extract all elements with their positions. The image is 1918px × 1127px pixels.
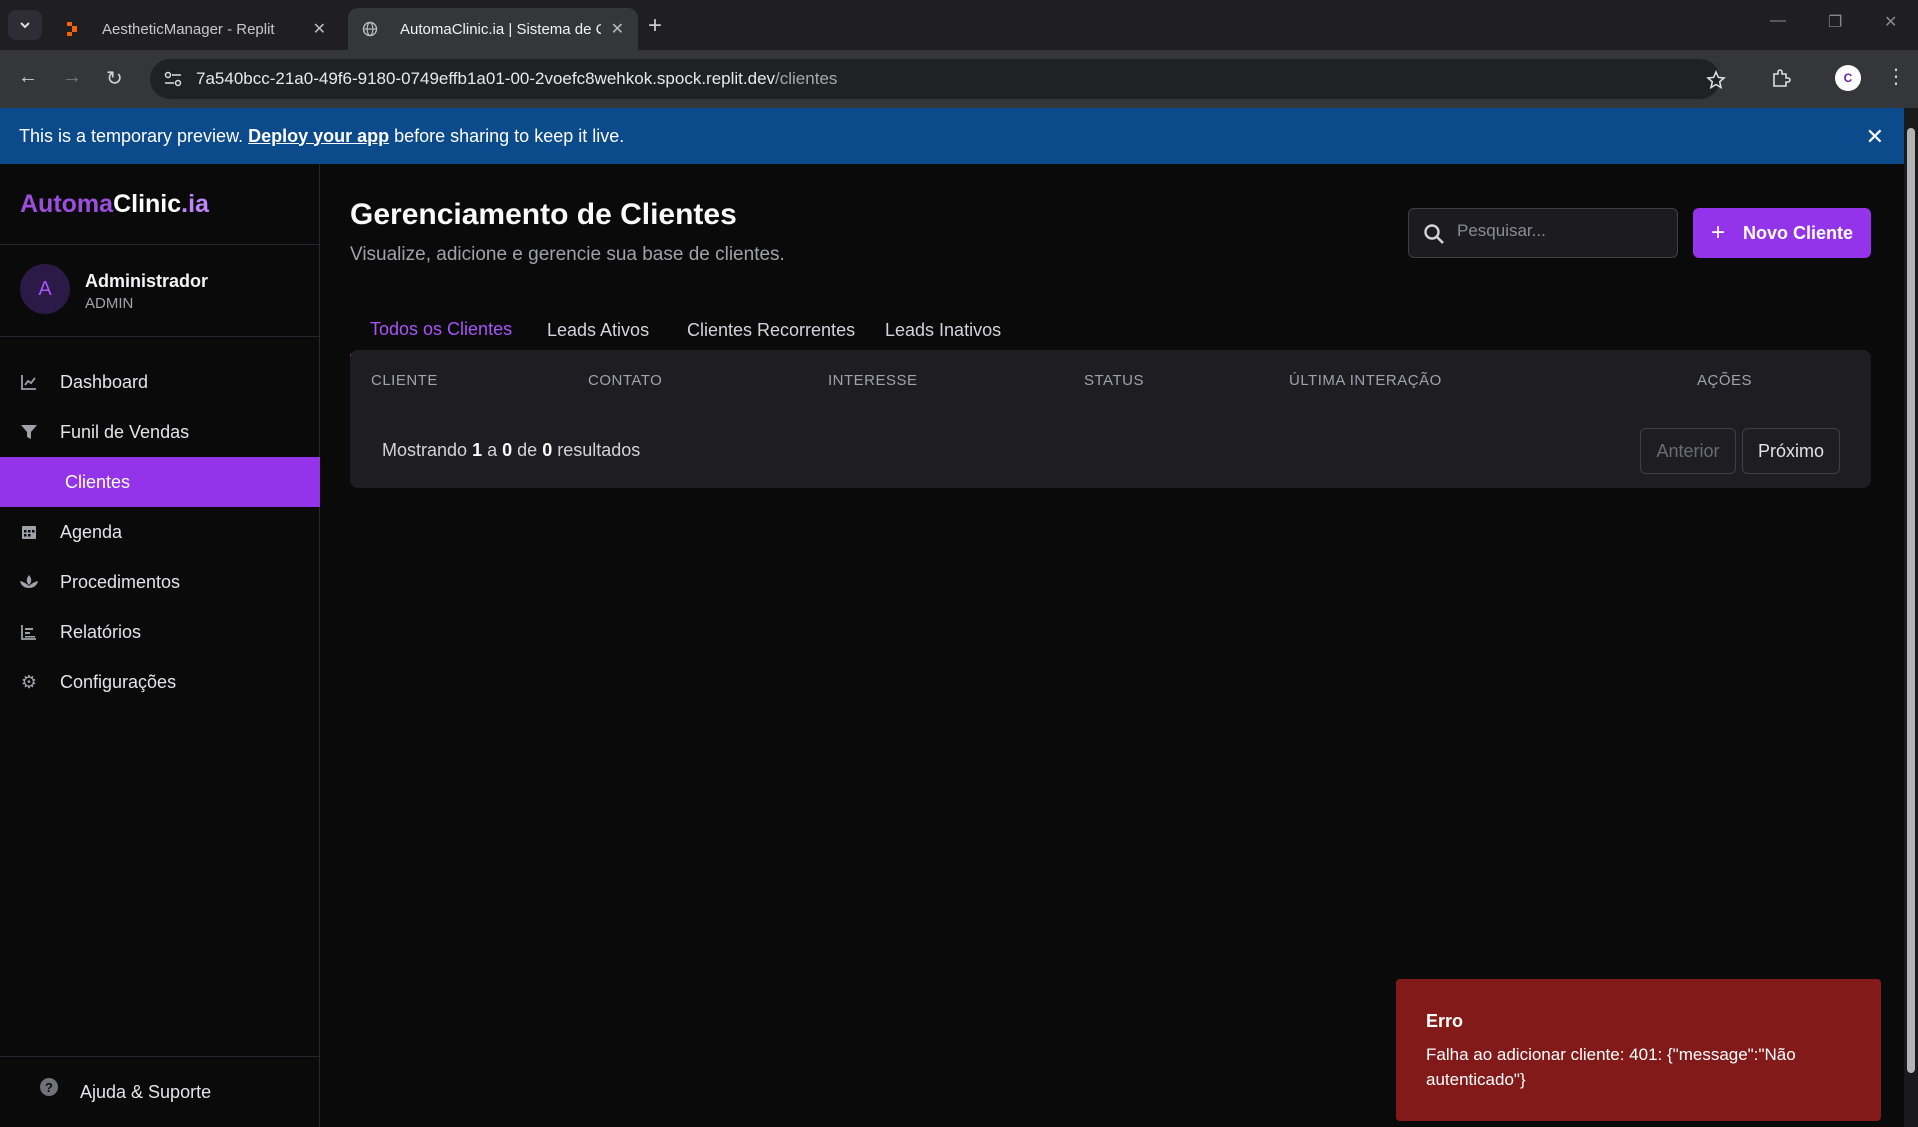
- error-toast[interactable]: Erro Falha ao adicionar cliente: 401: {"…: [1396, 979, 1881, 1121]
- browser-toolbar: ← → ↻ 7a540bcc-21a0-49f6-9180-0749effb1a…: [0, 50, 1918, 108]
- globe-icon: [362, 21, 378, 37]
- next-page-button[interactable]: Próximo: [1742, 428, 1840, 474]
- sidebar-item-funil[interactable]: Funil de Vendas: [0, 407, 320, 457]
- search-input[interactable]: [1457, 221, 1667, 241]
- close-tab-icon[interactable]: ✕: [313, 19, 326, 39]
- toast-title: Erro: [1426, 1011, 1464, 1031]
- sidebar-item-procedimentos[interactable]: Procedimentos: [0, 557, 320, 607]
- app-logo[interactable]: AutomaClinic.ia: [20, 190, 209, 219]
- column-header[interactable]: INTERESSE: [828, 372, 918, 389]
- sidebar: AutomaClinic.ia A Administrador ADMIN Da…: [0, 164, 320, 1127]
- chart-bar-icon: [19, 622, 39, 642]
- column-header[interactable]: STATUS: [1084, 372, 1144, 389]
- new-client-button[interactable]: + Novo Cliente: [1693, 208, 1871, 258]
- avatar: A: [20, 264, 70, 314]
- address-bar[interactable]: 7a540bcc-21a0-49f6-9180-0749effb1a01-00-…: [150, 59, 1720, 99]
- replit-icon: [67, 22, 77, 36]
- banner-text-suffix: before sharing to keep it live.: [394, 125, 625, 146]
- browser-tab-replit[interactable]: AestheticManager - Replit ✕: [50, 8, 340, 50]
- preview-banner: This is a temporary preview. Deploy your…: [0, 108, 1904, 164]
- chart-line-icon: [19, 372, 39, 392]
- tab-search-button[interactable]: [8, 10, 42, 40]
- sidebar-item-label: Dashboard: [60, 371, 149, 392]
- previous-page-button[interactable]: Anterior: [1640, 428, 1736, 474]
- user-name: Administrador: [85, 271, 209, 291]
- browser-tab-automaclinic[interactable]: AutomaClinic.ia | Sistema de CRM ✕: [348, 8, 638, 50]
- extensions-icon[interactable]: [1770, 68, 1792, 90]
- chevron-down-icon: [20, 22, 30, 29]
- filter-icon: [19, 422, 39, 442]
- sidebar-item-clientes[interactable]: Clientes: [0, 457, 320, 507]
- url-path: /clientes: [775, 69, 838, 88]
- toast-message: Falha ao adicionar cliente: 401: {"messa…: [1426, 1045, 1796, 1089]
- calendar-icon: [19, 522, 39, 542]
- close-tab-icon[interactable]: ✕: [611, 19, 624, 39]
- sidebar-item-label: Configurações: [60, 671, 177, 692]
- pagination-summary: Mostrando 1 a 0 de 0 resultados: [382, 440, 641, 460]
- minimize-icon[interactable]: —: [1770, 12, 1786, 30]
- sidebar-item-label: Clientes: [65, 471, 131, 492]
- sidebar-item-agenda[interactable]: Agenda: [0, 507, 320, 557]
- divider: [0, 336, 320, 337]
- tab-leads-ativos[interactable]: Leads Ativos: [527, 304, 669, 356]
- help-label: Ajuda & Suporte: [80, 1082, 212, 1102]
- gear-icon: ⚙: [20, 671, 38, 692]
- client-tabs: Todos os Clientes Leads Ativos Clientes …: [350, 304, 1871, 356]
- more-menu-icon[interactable]: ⋮: [1886, 64, 1906, 89]
- clients-table: CLIENTE CONTATO INTERESSE STATUS ÚLTIMA …: [350, 350, 1871, 488]
- deploy-link[interactable]: Deploy your app: [248, 126, 389, 147]
- search-box[interactable]: [1408, 208, 1678, 258]
- browser-tab-strip: AestheticManager - Replit ✕ AutomaClinic…: [0, 0, 1918, 50]
- help-support-link[interactable]: ? Ajuda & Suporte: [0, 1056, 320, 1126]
- page-title: Gerenciamento de Clientes: [350, 198, 737, 231]
- new-tab-button[interactable]: +: [648, 12, 662, 40]
- sidebar-item-label: Procedimentos: [60, 571, 181, 592]
- reload-icon[interactable]: ↻: [106, 66, 123, 91]
- spa-icon: [19, 572, 39, 592]
- sidebar-item-dashboard[interactable]: Dashboard: [0, 357, 320, 407]
- profile-avatar[interactable]: C: [1835, 65, 1861, 91]
- tab-leads-inativos[interactable]: Leads Inativos: [865, 304, 1021, 356]
- close-icon[interactable]: ✕: [1866, 124, 1884, 150]
- column-header: AÇÕES: [1697, 372, 1753, 389]
- bookmark-star-icon[interactable]: [1706, 70, 1726, 90]
- banner-text: This is a temporary preview.: [19, 125, 244, 146]
- plus-icon: +: [1710, 219, 1725, 246]
- page-scrollbar[interactable]: [1904, 108, 1918, 1127]
- sidebar-item-relatorios[interactable]: Relatórios: [0, 607, 320, 657]
- question-circle-icon: ?: [40, 1078, 58, 1096]
- tab-clientes-recorrentes[interactable]: Clientes Recorrentes: [667, 304, 875, 356]
- restore-icon[interactable]: ❐: [1828, 12, 1842, 32]
- user-role: ADMIN: [85, 295, 134, 312]
- column-header[interactable]: ÚLTIMA INTERAÇÃO: [1289, 372, 1442, 389]
- url-host: 7a540bcc-21a0-49f6-9180-0749effb1a01-00-…: [196, 69, 776, 88]
- new-client-label: Novo Cliente: [1743, 222, 1854, 243]
- window-close-icon[interactable]: ✕: [1884, 12, 1897, 32]
- site-info-icon[interactable]: [164, 71, 182, 87]
- column-header[interactable]: CLIENTE: [371, 372, 438, 389]
- forward-arrow-icon[interactable]: →: [62, 66, 82, 89]
- sidebar-item-configuracoes[interactable]: ⚙ Configurações: [0, 657, 320, 707]
- sidebar-item-label: Relatórios: [60, 621, 142, 642]
- tab-todos-clientes[interactable]: Todos os Clientes: [350, 304, 533, 356]
- sidebar-item-label: Funil de Vendas: [60, 421, 190, 442]
- tab-title: AestheticManager - Replit: [102, 20, 275, 38]
- search-icon: [1424, 224, 1444, 244]
- back-arrow-icon[interactable]: ←: [18, 66, 38, 89]
- tab-title: AutomaClinic.ia | Sistema de CRM: [400, 20, 601, 38]
- column-header[interactable]: CONTATO: [588, 372, 662, 389]
- sidebar-item-label: Agenda: [60, 521, 123, 542]
- divider: [0, 244, 320, 245]
- scrollbar-thumb[interactable]: [1907, 128, 1915, 1073]
- page-subtitle: Visualize, adicione e gerencie sua base …: [350, 244, 785, 265]
